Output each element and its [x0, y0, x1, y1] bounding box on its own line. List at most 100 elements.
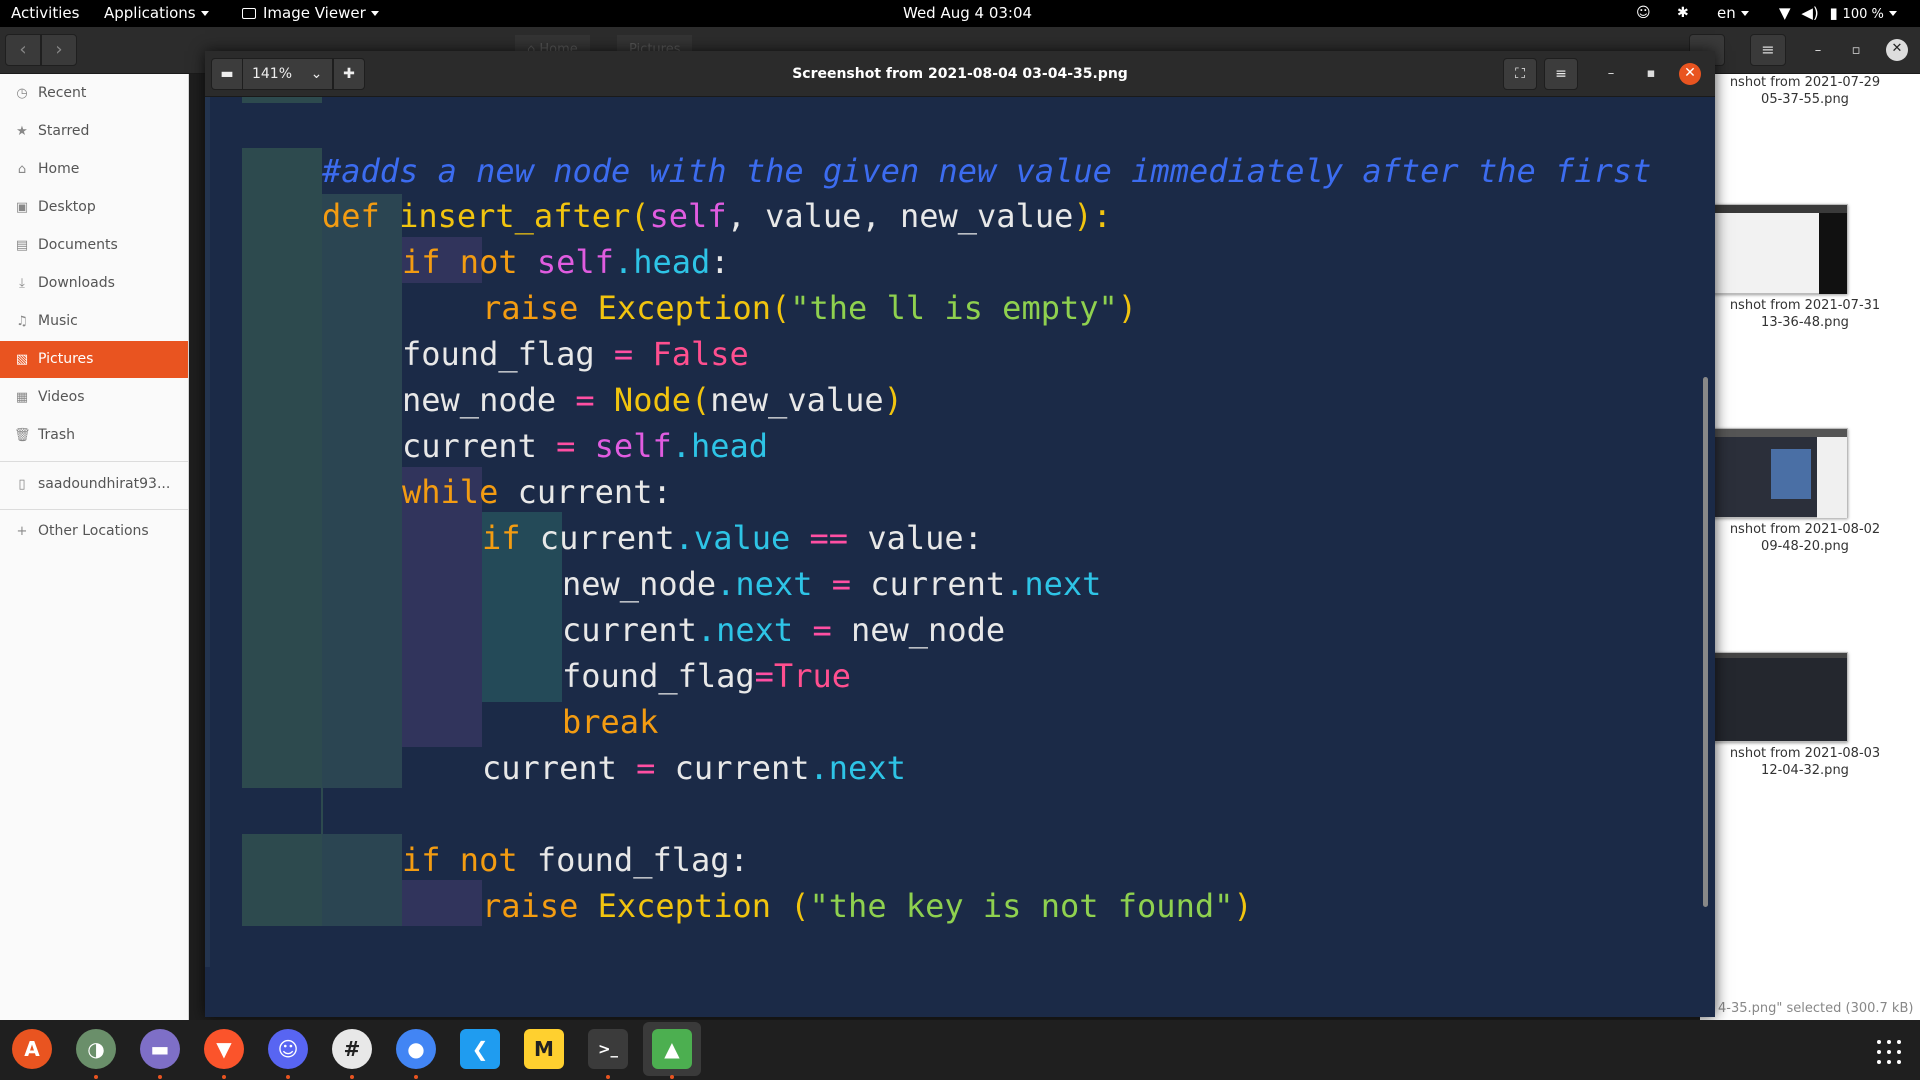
indent-guide [321, 788, 323, 834]
maximize-button[interactable]: ▪ [1641, 64, 1661, 84]
running-indicator [606, 1075, 610, 1079]
files-minimize-button[interactable]: – [1808, 41, 1828, 61]
zoom-in-button[interactable]: ✚ [333, 58, 365, 90]
sidebar-item-label: Other Locations [38, 523, 149, 539]
zoom-out-button[interactable]: ▬ [211, 58, 243, 90]
thumbnail-image[interactable] [1712, 652, 1848, 742]
sidebar-item-network-drive[interactable]: ▯ saadoundhirat93... [0, 466, 188, 503]
document-icon: ▤ [15, 238, 29, 253]
hamburger-menu-icon[interactable]: ≡ [1750, 34, 1786, 66]
top-bar: Activities Applications Image Viewer Wed… [0, 0, 1920, 27]
image-viewer-icon[interactable]: ▲ [652, 1029, 692, 1069]
back-button[interactable]: ‹ [5, 34, 41, 66]
thumbnail-label-line1: nshot from 2021-07-29 [1729, 75, 1881, 90]
code-variable: value: [867, 519, 983, 557]
sidebar-item-label: Recent [38, 85, 87, 101]
discord-icon[interactable]: ☺ [268, 1029, 308, 1069]
thumbnail-image[interactable] [1712, 204, 1848, 294]
code-line-if-value: if current.value == value: [482, 516, 983, 560]
code-variable: new_node [562, 565, 717, 603]
thumbnail-label-line2: 13-36-48.png [1761, 315, 1849, 330]
running-indicator [286, 1075, 290, 1079]
code-punctuation: ( [770, 289, 791, 327]
files-close-button[interactable]: ✕ [1886, 39, 1908, 61]
code-line-if-not-found: if not found_flag: [402, 838, 749, 882]
app-menu[interactable]: Image Viewer [242, 0, 379, 27]
language-menu[interactable]: en [1717, 0, 1749, 27]
close-button[interactable]: ✕ [1679, 63, 1701, 85]
sidebar-item-trash[interactable]: 🗑 Trash [0, 417, 188, 454]
sidebar-item-label: Desktop [38, 199, 96, 215]
running-indicator [222, 1075, 226, 1079]
applications-menu[interactable]: Applications [104, 0, 209, 27]
code-variable: current: [498, 473, 672, 511]
sidebar-item-label: Downloads [38, 275, 115, 291]
thumbnail-label-line1: nshot from 2021-08-02 [1729, 522, 1881, 537]
image-canvas[interactable]: #adds a new node with the given new valu… [205, 97, 1715, 1017]
sidebar-item-label: Music [38, 313, 78, 329]
sidebar-item-recent[interactable]: ◷ Recent [0, 75, 188, 112]
grid-dot [1897, 1050, 1901, 1054]
sidebar-item-desktop[interactable]: ▣ Desktop [0, 189, 188, 226]
sidebar-item-documents[interactable]: ▤ Documents [0, 227, 188, 264]
sidebar-item-other-locations[interactable]: + Other Locations [0, 513, 188, 550]
slack-icon[interactable]: # [332, 1029, 372, 1069]
sidebar-item-starred[interactable]: ★ Starred [0, 113, 188, 150]
show-applications-icon[interactable] [1875, 1038, 1901, 1064]
code-operator: = [575, 381, 595, 419]
thumbnail-label-line1: nshot from 2021-08-03 [1729, 746, 1881, 761]
videos-icon: ▦ [15, 390, 29, 405]
grid-dot [1877, 1050, 1881, 1054]
code-keyword: if not [402, 243, 518, 281]
fullscreen-icon[interactable]: ⛶ [1503, 58, 1537, 90]
discord-tray-icon[interactable]: ☺ [1636, 0, 1651, 27]
sidebar-item-pictures[interactable]: ▧ Pictures [0, 341, 188, 378]
files-icon[interactable]: ▬ [140, 1029, 180, 1069]
thumbnail-label-line2: 12-04-32.png [1761, 763, 1849, 778]
zoom-level[interactable]: 141% [243, 58, 301, 90]
code-operator: = [636, 749, 656, 787]
minimize-button[interactable]: – [1601, 64, 1621, 84]
code-params: , value, new_value [726, 197, 1074, 235]
sidebar-item-home[interactable]: ⌂ Home [0, 151, 188, 188]
code-operator: = [613, 335, 634, 373]
files-maximize-button[interactable]: ▫ [1846, 41, 1866, 61]
thumbnail-label[interactable]: nshot from 2021-08-03 12-04-32.png [1700, 745, 1910, 779]
chevron-down-icon [1888, 11, 1897, 16]
activities-button[interactable]: Activities [11, 0, 79, 27]
terminal-icon[interactable]: >_ [588, 1029, 628, 1069]
forward-button[interactable]: › [41, 34, 77, 66]
thumbnail-label[interactable]: nshot from 2021-07-31 13-36-48.png [1700, 297, 1910, 331]
download-icon: ⤓ [19, 276, 25, 291]
sidebar-item-videos[interactable]: ▦ Videos [0, 379, 188, 416]
clock[interactable]: Wed Aug 4 03:04 [903, 0, 1032, 27]
running-indicator [670, 1075, 674, 1079]
code-variable: new_node [402, 381, 557, 419]
code-attribute: .next [696, 611, 794, 649]
clock-icon: ◷ [16, 86, 28, 101]
hamburger-menu-icon[interactable]: ≡ [1544, 58, 1578, 90]
chrome-icon[interactable]: ● [396, 1029, 436, 1069]
zoom-dropdown-button[interactable]: ⌄ [301, 58, 333, 90]
code-line-assign-current-next: current.next = new_node [562, 608, 1005, 652]
sidebar-item-downloads[interactable]: ⤓ Downloads [0, 265, 188, 302]
miro-icon[interactable]: M [524, 1029, 564, 1069]
code-line-assign-next: new_node.next = current.next [562, 562, 1101, 606]
brave-icon[interactable]: ▼ [204, 1029, 244, 1069]
vscode-icon[interactable]: ❮ [460, 1029, 500, 1069]
running-indicator [350, 1075, 354, 1079]
slack-tray-icon[interactable]: ✱ [1677, 0, 1689, 27]
thumbnail-label[interactable]: nshot from 2021-08-02 09-48-20.png [1700, 521, 1910, 555]
vertical-scrollbar[interactable] [1703, 377, 1708, 907]
thumbnail-image[interactable] [1712, 428, 1848, 518]
indent-guide [322, 194, 402, 788]
thumbnail-label[interactable]: nshot from 2021-07-29 05-37-55.png [1700, 74, 1910, 108]
code-self: self [594, 427, 672, 465]
ubuntu-software-icon[interactable]: A [12, 1029, 52, 1069]
sidebar-item-music[interactable]: ♫ Music [0, 303, 188, 340]
system-menu[interactable]: ▼ ◀) ▮ 100 % [1779, 0, 1897, 27]
toggle-app-icon[interactable]: ◑ [76, 1029, 116, 1069]
chevron-down-icon [1740, 11, 1749, 16]
network-drive-icon: ▯ [18, 477, 26, 492]
code-operator: = [812, 611, 832, 649]
